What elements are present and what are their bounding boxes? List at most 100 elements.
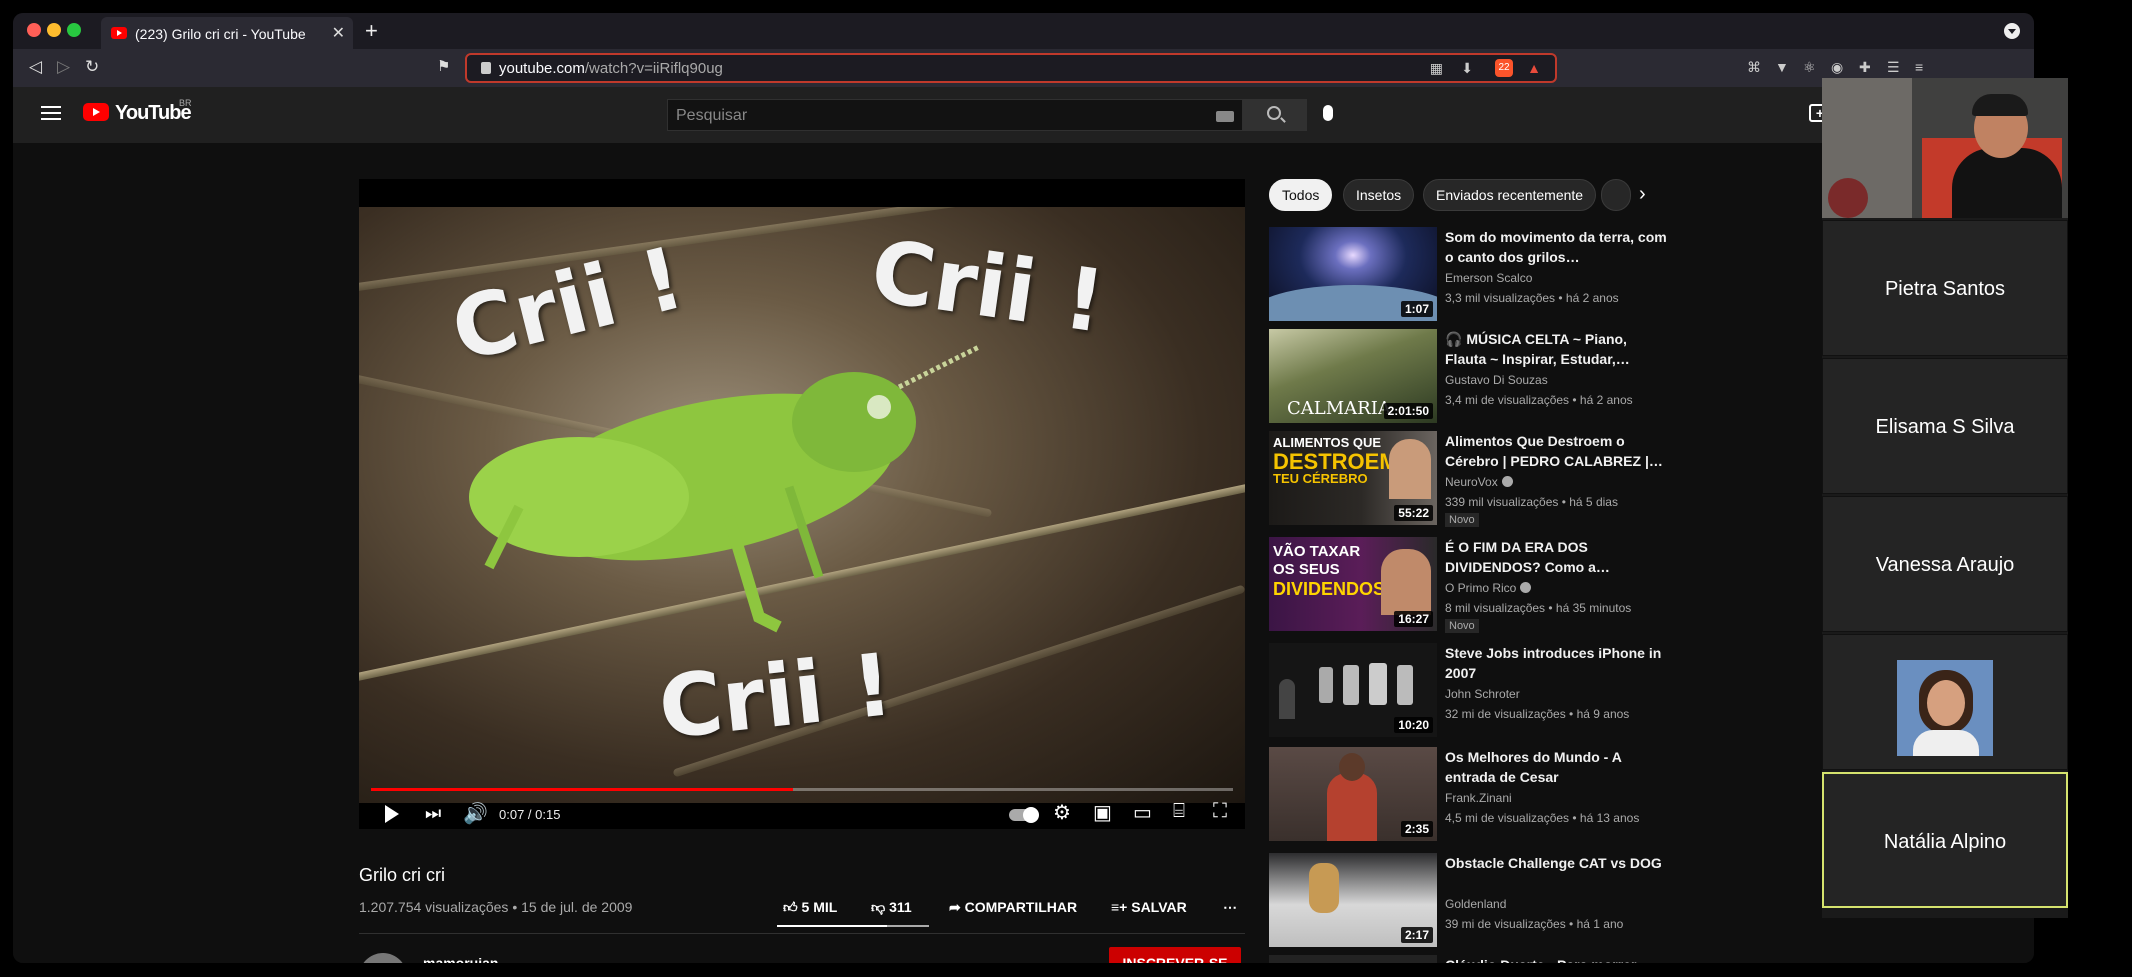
related-video-title[interactable]: É O FIM DA ERA DOS DIVIDENDOS? Como a… bbox=[1445, 537, 1671, 577]
extension-react-icon[interactable]: ⚛ bbox=[1803, 59, 1816, 76]
phone-image bbox=[1397, 665, 1413, 705]
video-thumbnail[interactable]: VÃO TAXAR OS SEUS DIVIDENDOS? 16:27 bbox=[1269, 537, 1437, 631]
cast-icon[interactable]: ⌸ bbox=[1173, 800, 1185, 823]
browser-tab[interactable]: (223) Grilo cri cri - YouTube ✕ bbox=[101, 17, 353, 49]
url-text[interactable]: youtube.com/watch?v=iiRiflq90ug bbox=[499, 60, 723, 77]
chip-todos[interactable]: Todos bbox=[1269, 179, 1333, 211]
participant-tile[interactable]: Vanessa Araujo bbox=[1822, 496, 2068, 632]
play-button[interactable] bbox=[385, 805, 399, 823]
close-window-button[interactable] bbox=[27, 23, 41, 37]
next-button[interactable]: ⏭ bbox=[425, 803, 441, 824]
theater-mode-icon[interactable]: ▭ bbox=[1133, 800, 1152, 825]
like-button[interactable]: 👍︎ 5 MIL bbox=[783, 899, 837, 916]
search-button[interactable] bbox=[1243, 99, 1307, 131]
keyboard-icon[interactable] bbox=[1216, 111, 1234, 122]
more-actions-button[interactable]: ⋯ bbox=[1223, 899, 1237, 916]
dog-image bbox=[1309, 863, 1339, 913]
fullscreen-icon[interactable]: ⛶ bbox=[1213, 800, 1227, 823]
search-icon bbox=[1267, 106, 1281, 120]
related-video-title[interactable]: Obstacle Challenge CAT vs DOG bbox=[1445, 853, 1671, 873]
related-video-channel[interactable]: O Primo Rico bbox=[1445, 581, 1532, 595]
related-video[interactable]: VÃO TAXAR OS SEUS DIVIDENDOS? 16:27 É O … bbox=[1269, 537, 1671, 633]
microphone-icon[interactable] bbox=[1323, 105, 1333, 121]
brave-rewards-icon[interactable]: ▲ bbox=[1527, 60, 1541, 76]
minimize-window-button[interactable] bbox=[47, 23, 61, 37]
related-video-title[interactable]: Os Melhores do Mundo - A entrada de Cesa… bbox=[1445, 747, 1671, 787]
related-video-channel[interactable]: Emerson Scalco bbox=[1445, 271, 1532, 285]
related-video[interactable]: 2:17 Obstacle Challenge CAT vs DOG Golde… bbox=[1269, 853, 1671, 949]
divider bbox=[359, 933, 1245, 934]
related-video[interactable]: 2:35 Os Melhores do Mundo - A entrada de… bbox=[1269, 747, 1671, 843]
playlist-icon[interactable]: ☰ bbox=[1887, 59, 1900, 76]
channel-name-text: O Primo Rico bbox=[1445, 581, 1517, 595]
extension-globe-icon[interactable]: ◉ bbox=[1831, 59, 1843, 76]
related-video-title[interactable]: Cláudio Duarte - Para morrer bbox=[1445, 955, 1671, 963]
related-video-title[interactable]: Som do movimento da terra, com o canto d… bbox=[1445, 227, 1671, 267]
progress-bar[interactable] bbox=[371, 788, 1233, 791]
related-video-channel[interactable]: Goldenland bbox=[1445, 897, 1506, 911]
chip-more[interactable] bbox=[1601, 179, 1631, 211]
related-video[interactable]: Cláudio Duarte - Para morrer bbox=[1269, 955, 1671, 963]
channel-avatar[interactable] bbox=[359, 953, 407, 963]
install-app-icon[interactable]: ⬇ bbox=[1461, 60, 1473, 77]
subscribe-button[interactable]: INSCREVER-SE bbox=[1109, 947, 1241, 963]
share-button[interactable]: ➦ COMPARTILHAR bbox=[949, 899, 1077, 916]
related-video-channel[interactable]: Gustavo Di Souzas bbox=[1445, 373, 1548, 387]
participant-tile[interactable]: Pietra Santos bbox=[1822, 220, 2068, 356]
youtube-logo-icon[interactable] bbox=[83, 103, 109, 121]
video-thumbnail[interactable]: ALIMENTOS QUE DESTROEM TEU CÉREBRO 55:22 bbox=[1269, 431, 1437, 525]
participant-tile[interactable] bbox=[1822, 634, 2068, 770]
video-thumbnail[interactable]: CALMARIA 2:01:50 bbox=[1269, 329, 1437, 423]
video-thumbnail[interactable]: 2:17 bbox=[1269, 853, 1437, 947]
self-camera-tile[interactable] bbox=[1822, 78, 2068, 218]
related-video[interactable]: 10:20 Steve Jobs introduces iPhone in 20… bbox=[1269, 643, 1671, 739]
new-tab-button[interactable]: + bbox=[365, 18, 378, 44]
related-video-channel[interactable]: NeuroVox bbox=[1445, 475, 1513, 489]
reload-button[interactable]: ↻ bbox=[85, 57, 99, 77]
participant-tile-active-speaker[interactable]: Natália Alpino bbox=[1822, 772, 2068, 908]
related-video-channel[interactable]: Frank.Zinani bbox=[1445, 791, 1512, 805]
related-video-meta: 3,4 mi de visualizações • há 2 anos bbox=[1445, 393, 1633, 407]
tab-list-button[interactable] bbox=[2004, 23, 2020, 39]
miniplayer-icon[interactable]: ▣ bbox=[1093, 800, 1112, 825]
extensions-puzzle-icon[interactable]: ✚ bbox=[1859, 59, 1871, 76]
chip-enviados-recentemente[interactable]: Enviados recentemente bbox=[1423, 179, 1597, 211]
participant-name: Pietra Santos bbox=[1884, 278, 2006, 300]
related-video-channel[interactable]: John Schroter bbox=[1445, 687, 1520, 701]
video-frame[interactable]: Crii ! Crii ! Crii ! bbox=[359, 207, 1245, 803]
maximize-window-button[interactable] bbox=[67, 23, 81, 37]
close-tab-icon[interactable]: ✕ bbox=[332, 23, 345, 43]
chevron-right-icon[interactable]: › bbox=[1639, 183, 1646, 206]
brave-shields-icon[interactable]: 22 bbox=[1495, 59, 1513, 77]
back-button[interactable]: ◁ bbox=[29, 57, 42, 77]
bookmark-icon[interactable]: ⚑ bbox=[437, 57, 450, 75]
address-bar[interactable]: youtube.com/watch?v=iiRiflq90ug ▦ ⬇ 22 ▲ bbox=[465, 53, 1557, 83]
channel-name[interactable]: mamoruian bbox=[423, 955, 498, 963]
forward-button[interactable]: ▷ bbox=[57, 57, 70, 77]
volume-icon[interactable]: 🔊 bbox=[463, 801, 488, 826]
url-host: youtube.com bbox=[499, 60, 585, 77]
related-video-title[interactable]: Steve Jobs introduces iPhone in 2007 bbox=[1445, 643, 1671, 683]
video-thumbnail[interactable] bbox=[1269, 955, 1437, 963]
chip-insetos[interactable]: Insetos bbox=[1343, 179, 1415, 211]
related-video[interactable]: 1:07 Som do movimento da terra, com o ca… bbox=[1269, 227, 1671, 323]
settings-gear-icon[interactable]: ⚙ bbox=[1053, 800, 1071, 825]
video-thumbnail[interactable]: 2:35 bbox=[1269, 747, 1437, 841]
video-thumbnail[interactable]: 1:07 bbox=[1269, 227, 1437, 321]
autoplay-toggle[interactable] bbox=[1009, 807, 1039, 823]
qr-code-icon[interactable]: ▦ bbox=[1430, 60, 1443, 77]
search-input[interactable]: Pesquisar bbox=[667, 99, 1243, 131]
video-player[interactable]: Crii ! Crii ! Crii ! ⏭ 🔊 0:07 / 0:15 ⚙ ▣… bbox=[359, 179, 1245, 829]
extension-code-icon[interactable]: ⌘ bbox=[1747, 59, 1761, 76]
menu-icon[interactable] bbox=[41, 106, 61, 120]
related-video-title[interactable]: Alimentos Que Destroem o Cérebro | PEDRO… bbox=[1445, 431, 1671, 471]
browser-menu-icon[interactable]: ≡ bbox=[1915, 59, 1923, 75]
video-thumbnail[interactable]: 10:20 bbox=[1269, 643, 1437, 737]
related-video[interactable]: ALIMENTOS QUE DESTROEM TEU CÉREBRO 55:22… bbox=[1269, 431, 1671, 527]
save-button[interactable]: ≡+ SALVAR bbox=[1111, 899, 1187, 915]
dislike-button[interactable]: 👎︎ 311 bbox=[871, 899, 912, 916]
related-video[interactable]: CALMARIA 2:01:50 🎧 MÚSICA CELTA ~ Piano,… bbox=[1269, 329, 1671, 425]
related-video-title[interactable]: 🎧 MÚSICA CELTA ~ Piano, Flauta ~ Inspira… bbox=[1445, 329, 1671, 369]
participant-tile[interactable]: Elisama S Silva bbox=[1822, 358, 2068, 494]
extension-vue-icon[interactable]: ▼ bbox=[1775, 59, 1789, 75]
